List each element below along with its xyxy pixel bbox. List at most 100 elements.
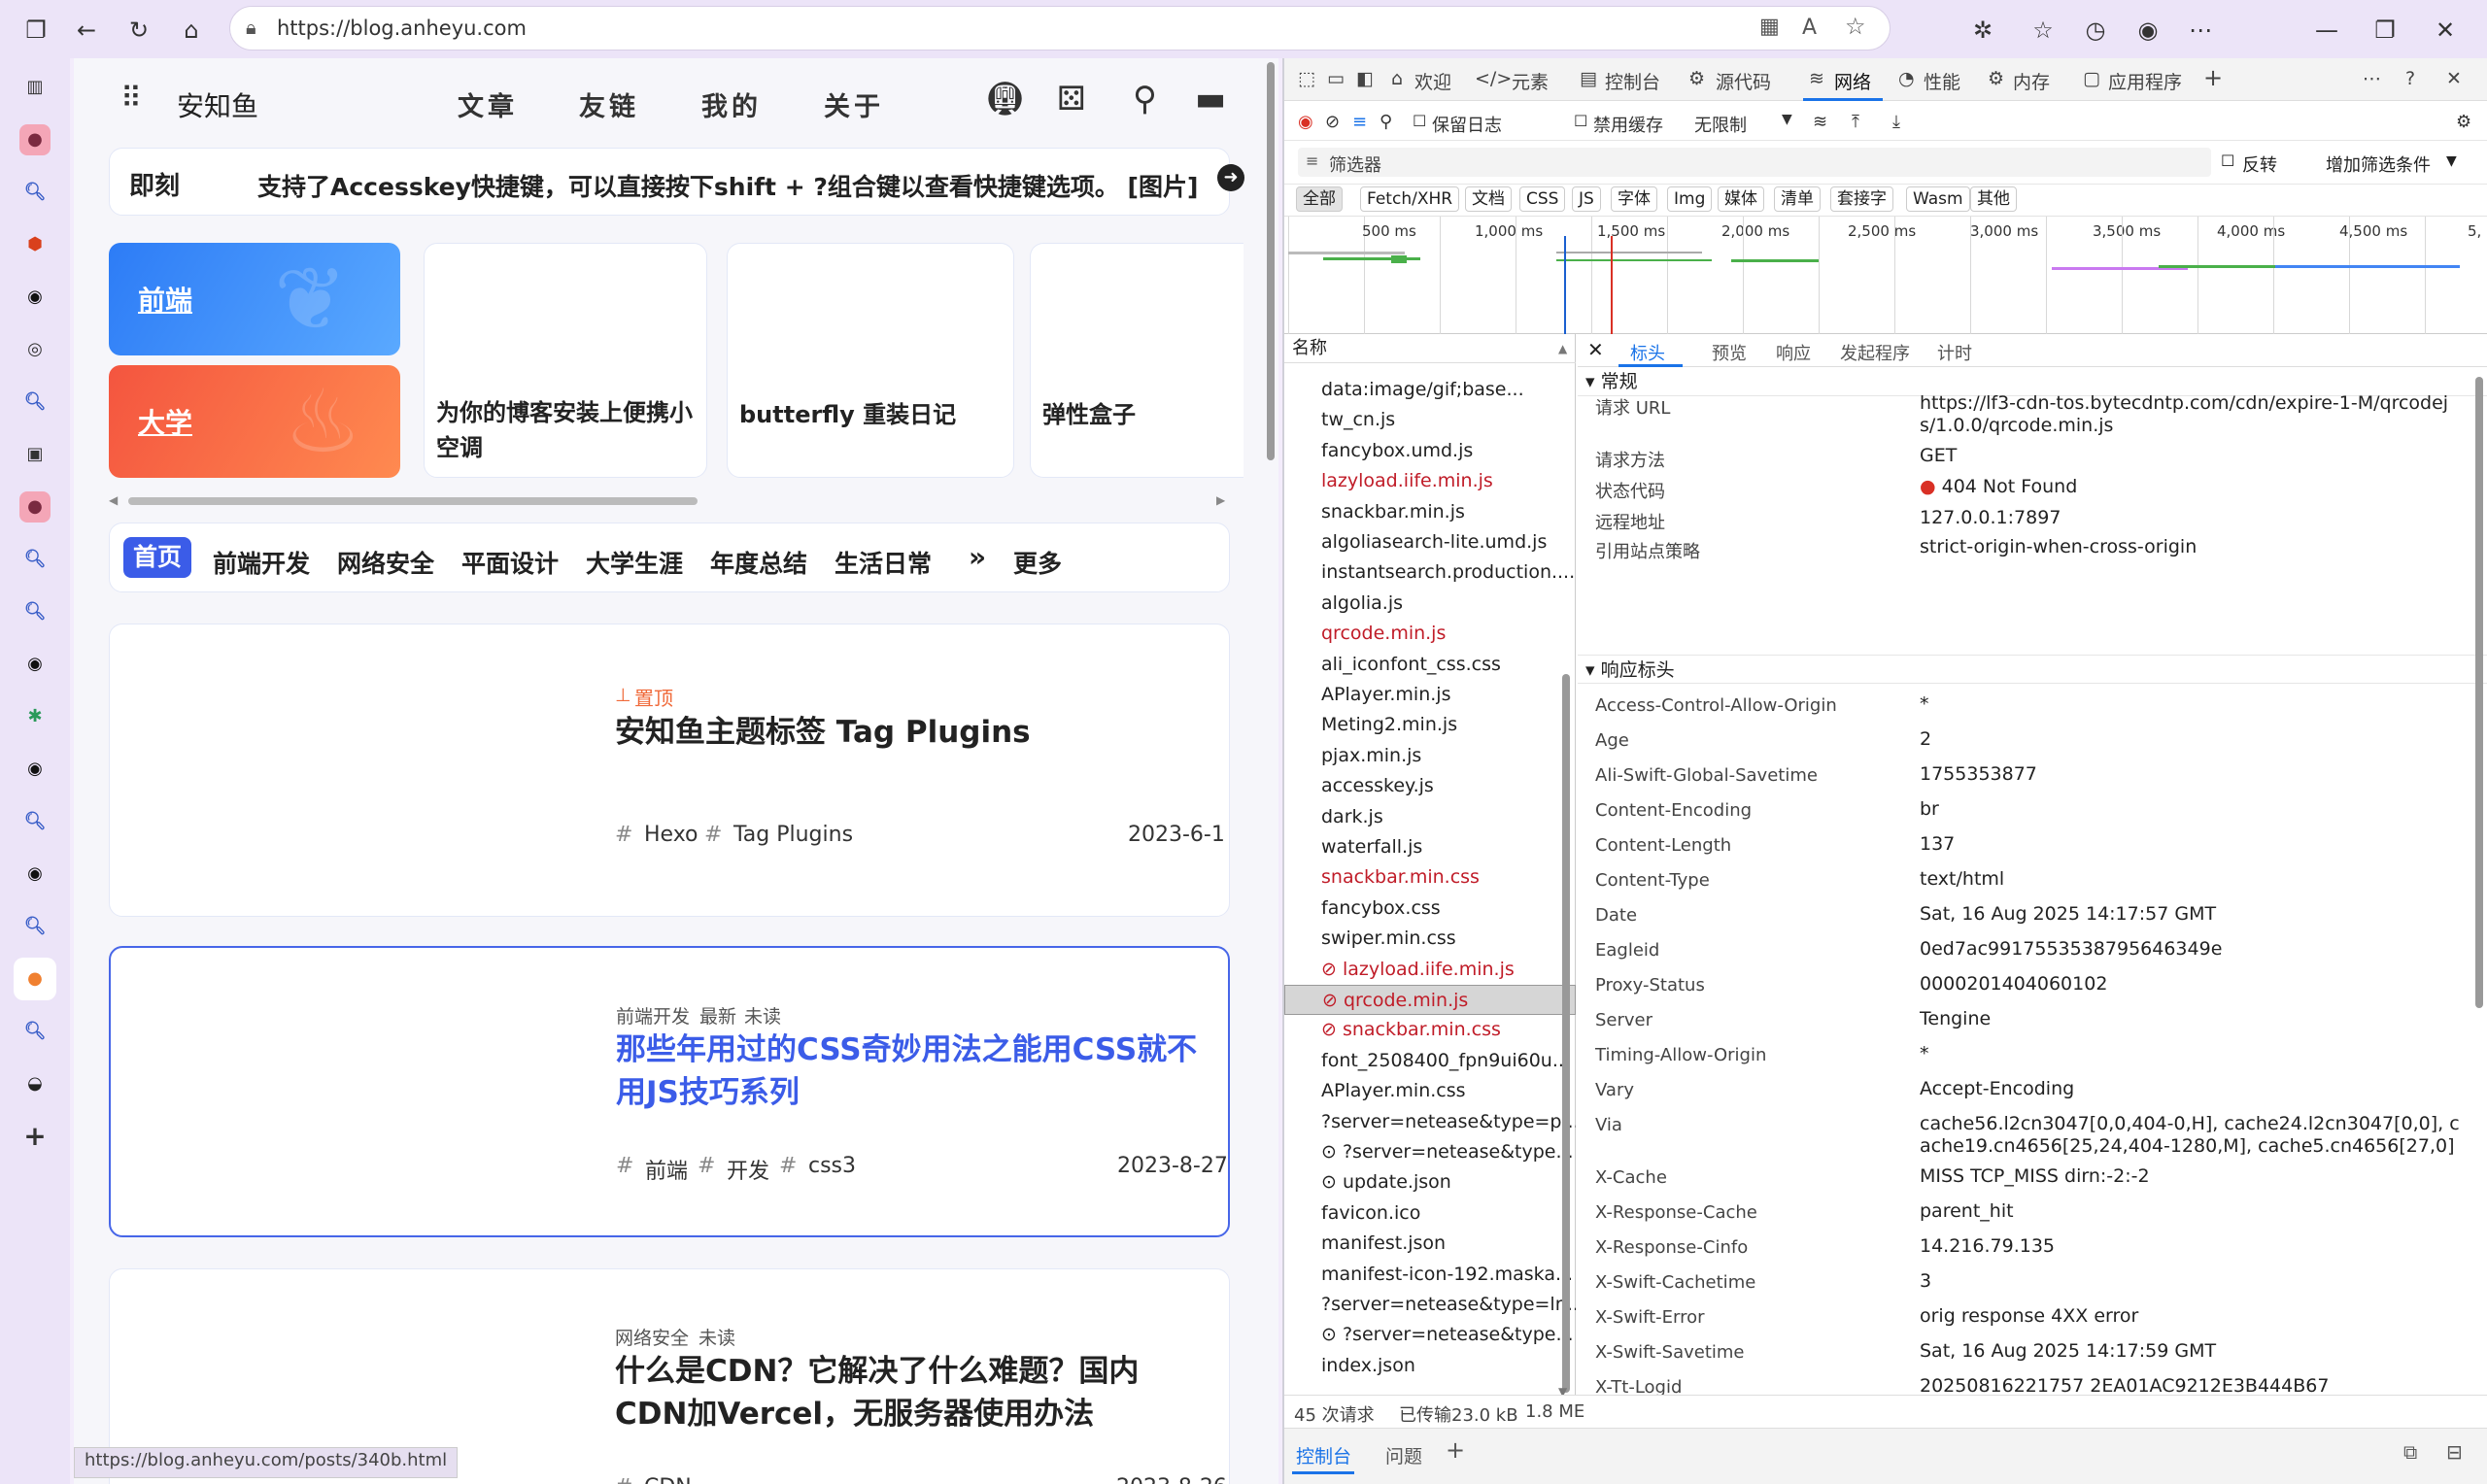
request-row[interactable]: favicon.ico — [1284, 1198, 1576, 1229]
back-icon[interactable]: ← — [72, 16, 101, 45]
request-row[interactable]: ⊘ lazyload.iife.min.js — [1284, 955, 1576, 985]
type-doc[interactable]: 文档 — [1465, 186, 1512, 212]
home-icon[interactable]: ⌂ — [177, 16, 206, 45]
tab-favicon-search[interactable]: 🔍︎ — [19, 177, 51, 208]
search-icon[interactable]: ⚲ — [1380, 112, 1392, 132]
response-header-value[interactable]: 14.216.79.135 — [1920, 1235, 2464, 1258]
restore-icon[interactable]: ❐ — [2370, 16, 2400, 45]
detail-scroll-thumb[interactable] — [2475, 377, 2483, 1008]
nav-articles[interactable]: 文章 — [458, 85, 518, 123]
lock-icon[interactable]: 🔒︎ — [246, 16, 256, 39]
category-card-university[interactable]: 大学 ♨ — [109, 365, 400, 478]
throttle-select[interactable]: 无限制 — [1694, 112, 1747, 137]
nav-mine[interactable]: 我的 — [701, 85, 762, 123]
post-category[interactable]: 网络安全 — [615, 1324, 689, 1350]
more-menu-icon[interactable]: ⋯ — [2186, 16, 2215, 45]
close-window-icon[interactable]: ✕ — [2431, 16, 2460, 45]
post-tag[interactable]: Tag Plugins — [733, 823, 853, 847]
arrow-right-icon[interactable]: ➜ — [1217, 164, 1244, 191]
chevron-down-icon[interactable]: ▼ — [1782, 112, 1792, 127]
inspect-icon[interactable]: ⬚ — [1298, 68, 1315, 89]
menu-grid-icon[interactable]: ⠿ — [120, 82, 142, 116]
tab-university[interactable]: 大学生涯 — [586, 545, 683, 580]
drawer-tab-issues[interactable]: 问题 — [1385, 1442, 1422, 1468]
type-socket[interactable]: 套接字 — [1830, 186, 1893, 212]
post-card[interactable]: ⊥ 置顶 安知鱼主题标签 Tag Plugins # Hexo # Tag Pl… — [109, 624, 1230, 917]
type-media[interactable]: 媒体 — [1718, 186, 1764, 212]
copilot-icon[interactable]: ◉ — [2133, 16, 2163, 45]
request-row[interactable]: manifest.json — [1284, 1229, 1576, 1259]
post-category[interactable]: 前端开发 — [616, 1002, 690, 1029]
help-icon[interactable]: ? — [2405, 68, 2415, 89]
request-row[interactable]: accesskey.js — [1284, 771, 1576, 801]
featured-card[interactable]: 为你的博客安装上便携小空调 — [424, 243, 707, 478]
response-header-value[interactable]: * — [1920, 1043, 2464, 1065]
filter-icon[interactable]: ≡ — [1352, 112, 1367, 132]
request-row[interactable]: instantsearch.production.... — [1284, 557, 1576, 588]
carousel-scrollbar[interactable]: ◀ ▶ — [109, 493, 1230, 509]
request-row[interactable]: swiper.min.css — [1284, 924, 1576, 954]
type-fetch-xhr[interactable]: Fetch/XHR — [1360, 186, 1460, 212]
request-row[interactable]: ?server=netease&type=lr... — [1284, 1290, 1576, 1320]
request-row[interactable]: font_2508400_fpn9ui60u... — [1284, 1046, 1576, 1076]
sort-up-icon[interactable]: ▲ — [1558, 342, 1567, 355]
request-row[interactable]: ?server=netease&type=p... — [1284, 1107, 1576, 1137]
request-row[interactable]: pjax.min.js — [1284, 741, 1576, 771]
response-header-value[interactable]: * — [1920, 693, 2464, 716]
tab-favicon-dark[interactable]: ◒ — [19, 1068, 51, 1099]
tab-favicon-avatar[interactable]: ● — [19, 124, 51, 155]
invert-label[interactable]: 反转 — [2242, 152, 2277, 177]
add-tab-icon[interactable]: + — [2203, 64, 2223, 91]
nav-friends[interactable]: 友链 — [579, 85, 639, 123]
sidebar-toggle-icon[interactable]: ▥ — [19, 72, 51, 103]
announcement-bar[interactable]: 即刻 支持了Accesskey快捷键，可以直接按下shift + ?组合键以查看… — [109, 148, 1244, 216]
close-drawer-icon[interactable]: ⊟ — [2446, 1440, 2463, 1464]
type-img[interactable]: Img — [1667, 186, 1713, 212]
detail-tab-response[interactable]: 响应 — [1776, 340, 1811, 365]
tab-welcome[interactable]: 欢迎 — [1414, 68, 1451, 94]
checkbox-icon[interactable]: ☐ — [1574, 112, 1587, 130]
request-row[interactable]: ⊙ ?server=netease&type... — [1284, 1137, 1576, 1167]
settings-gear-icon[interactable]: ⚙ — [2456, 112, 2471, 132]
dock-icon[interactable]: ◧ — [1356, 68, 1374, 89]
subway-icon[interactable]: 🚇︎ — [984, 80, 1026, 118]
minimize-icon[interactable]: — — [2312, 16, 2341, 45]
request-row[interactable]: tw_cn.js — [1284, 405, 1576, 435]
address-bar[interactable]: 🔒︎ https://blog.anheyu.com A ☆ ▦ — [229, 6, 1891, 51]
request-row[interactable]: APlayer.min.css — [1284, 1076, 1576, 1106]
type-manifest[interactable]: 清单 — [1774, 186, 1821, 212]
tab-more[interactable]: 更多 — [1013, 545, 1062, 580]
tab-frontend[interactable]: 前端开发 — [213, 545, 310, 580]
tab-favicon-github[interactable]: ◉ — [19, 282, 51, 313]
tab-favicon-calendar[interactable]: ▣ — [19, 439, 51, 470]
search-icon[interactable]: ⚲ — [1133, 80, 1157, 118]
tab-sources[interactable]: 源代码 — [1716, 68, 1771, 94]
response-header-value[interactable]: MISS TCP_MISS dirn:-2:-2 — [1920, 1165, 2464, 1188]
response-header-value[interactable]: 137 — [1920, 833, 2464, 856]
general-field-value[interactable]: strict-origin-when-cross-origin — [1920, 536, 2464, 558]
tab-design[interactable]: 平面设计 — [461, 545, 559, 580]
tab-elements[interactable]: 元素 — [1512, 68, 1549, 94]
response-header-value[interactable]: Sat, 16 Aug 2025 14:17:57 GMT — [1920, 903, 2464, 926]
response-header-value[interactable]: Tengine — [1920, 1008, 2464, 1030]
post-tag[interactable]: 开发 — [727, 1154, 769, 1185]
request-row[interactable]: qrcode.min.js — [1284, 619, 1576, 649]
page-scrollbar-thumb[interactable] — [1267, 62, 1275, 460]
request-row[interactable]: ali_iconfont_css.css — [1284, 650, 1576, 680]
tab-favicon-search[interactable]: 🔍︎ — [19, 1016, 51, 1047]
checkbox-icon[interactable]: ☐ — [1413, 112, 1426, 130]
post-card[interactable]: 前端开发 最新 未读 那些年用过的CSS奇妙用法之能用CSS就不 用JS技巧系列… — [109, 946, 1230, 1237]
extensions-icon[interactable]: ✲ — [1968, 16, 1997, 45]
network-overview-timeline[interactable]: 500 ms 1,000 ms 1,500 ms 2,000 ms 2,500 … — [1284, 216, 2487, 335]
featured-card[interactable]: butterfly 重装日记 — [727, 243, 1014, 478]
dice-icon[interactable]: ⚄ — [1057, 80, 1086, 118]
request-list-scroll-thumb[interactable] — [1562, 674, 1570, 1393]
post-tag[interactable]: CDN — [644, 1475, 692, 1484]
featured-card[interactable]: 弹性盒子 — [1030, 243, 1244, 478]
workspaces-icon[interactable]: ❐ — [21, 16, 51, 45]
carousel-scroll-thumb[interactable] — [128, 497, 698, 505]
refresh-icon[interactable]: ↻ — [124, 16, 153, 45]
response-header-value[interactable]: text/html — [1920, 868, 2464, 891]
tab-performance[interactable]: 性能 — [1924, 68, 1960, 94]
tab-favicon-shield[interactable]: ⬢ — [19, 229, 51, 260]
